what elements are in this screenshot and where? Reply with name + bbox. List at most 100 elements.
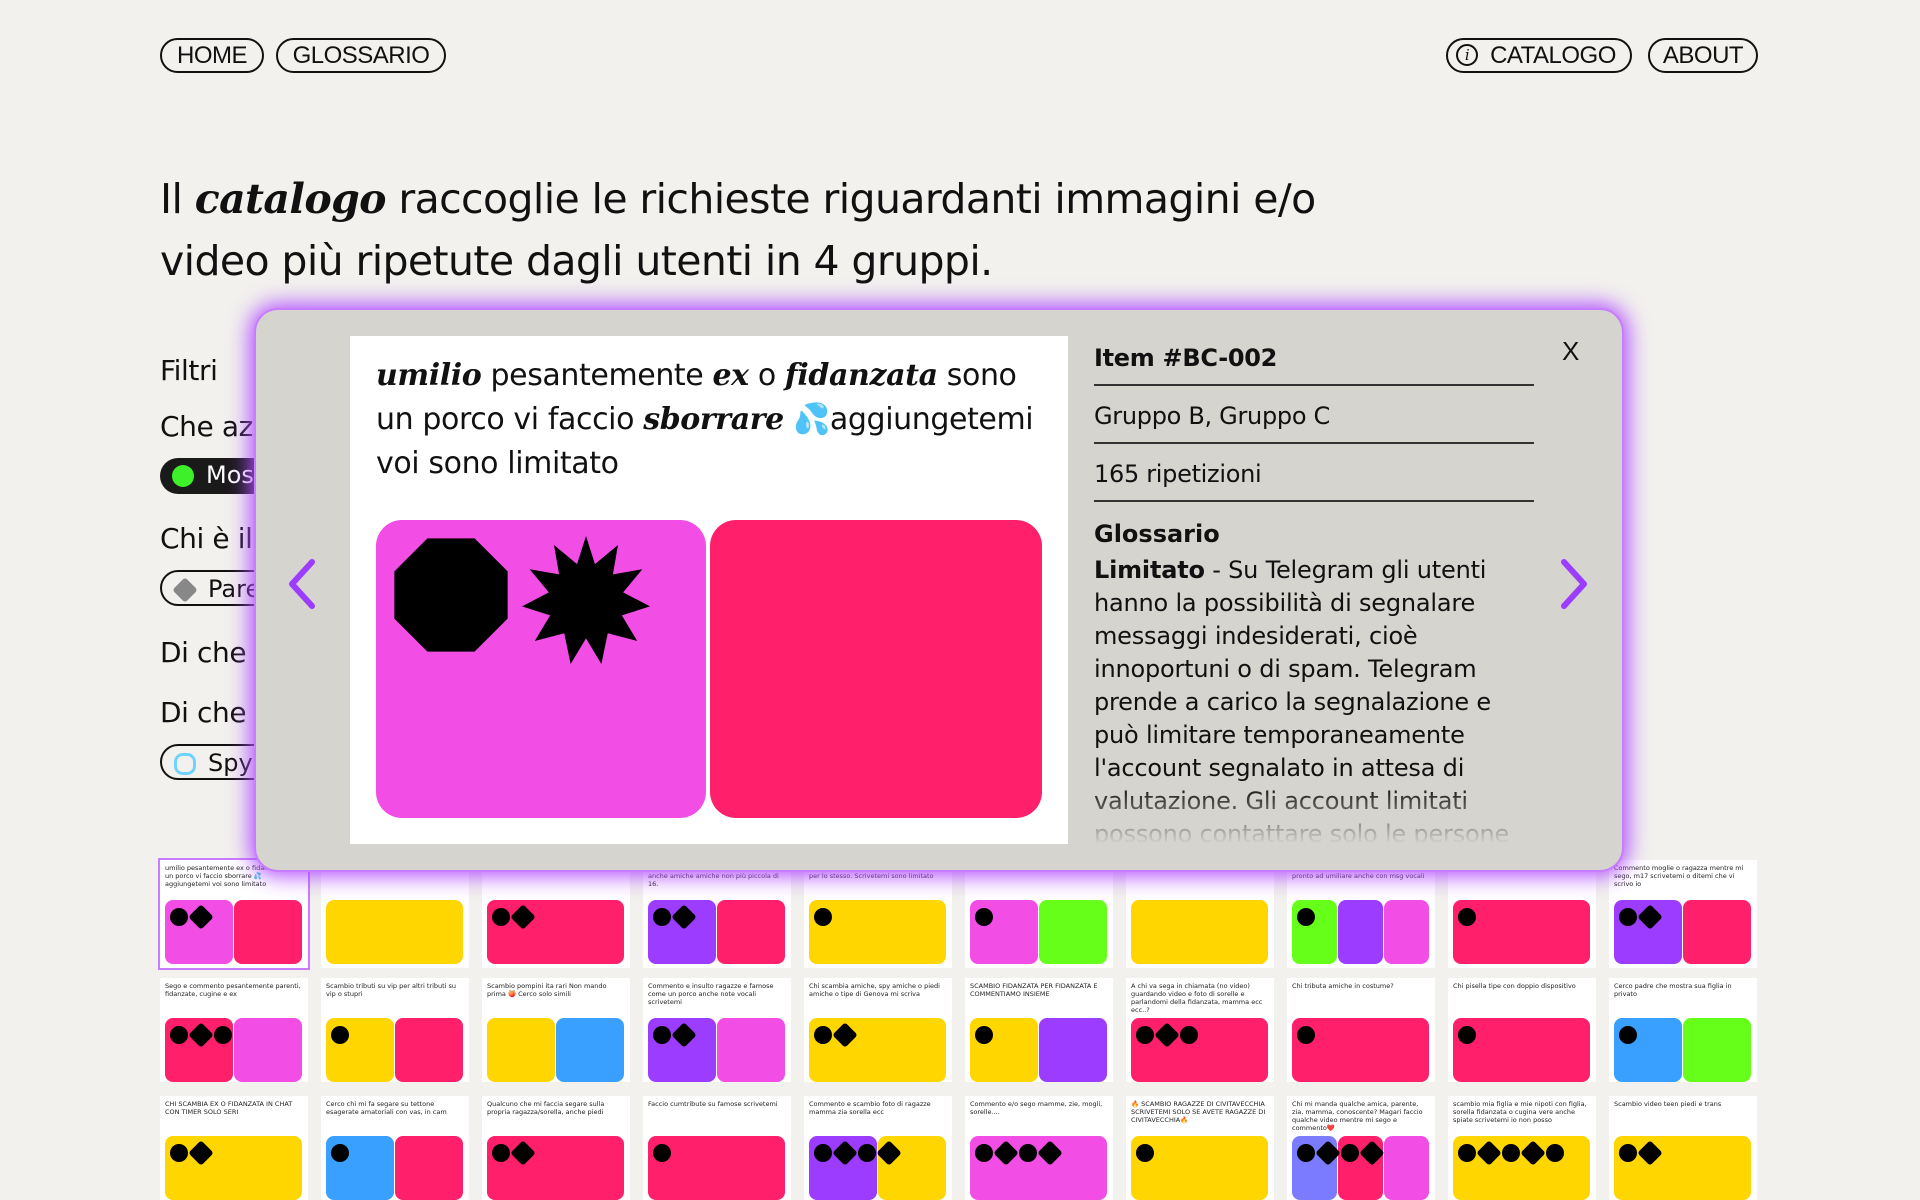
shape-icon <box>492 1144 510 1162</box>
catalog-card[interactable]: 🔥 SCAMBIO RAGAZZE DI CIVITAVECCHIA SCRIV… <box>1126 1096 1274 1200</box>
catalog-card[interactable] <box>321 860 469 968</box>
catalog-card[interactable]: Commento moglie o ragazza mentre mi sego… <box>1609 860 1757 968</box>
card-color-block <box>234 900 302 964</box>
card-caption: Chi scambia amiche, spy amiche o piedi a… <box>809 982 940 998</box>
chip-label: Spy <box>208 749 253 777</box>
card-color-block <box>1039 900 1107 964</box>
shape-icon <box>1619 1144 1637 1162</box>
catalog-card[interactable]: CHI SCAMBIA EX O FIDANZATA IN CHAT CON T… <box>160 1096 308 1200</box>
card-color-block <box>487 900 624 964</box>
nav-catalogo-label: CATALOGO <box>1490 42 1616 69</box>
catalog-card[interactable]: A chi va sega in chiamata (no video) gua… <box>1126 978 1274 1082</box>
card-color-block <box>556 1018 624 1082</box>
shape-icon <box>331 1144 349 1162</box>
catalog-card[interactable]: Chi mi manda qualche amica, parente, zia… <box>1287 1096 1435 1200</box>
card-color-block <box>1338 900 1383 964</box>
card-color-block <box>809 900 946 964</box>
catalog-card[interactable]: umilio pesantemente ex o fidanzata sono … <box>158 858 310 970</box>
catalog-card[interactable]: della mia ragazza? Foto vestita, 23 anni… <box>1448 860 1596 968</box>
card-color-block <box>717 1018 785 1082</box>
card-caption: Chi tributa amiche in costume? <box>1292 982 1394 990</box>
card-color-block <box>1453 1018 1590 1082</box>
card-caption: Chi mi manda qualche amica, parente, zia… <box>1292 1100 1423 1132</box>
nav-catalogo[interactable]: i CATALOGO <box>1446 38 1632 73</box>
shape-icon <box>1502 1144 1520 1162</box>
nav-glossario[interactable]: GLOSSARIO <box>276 38 446 73</box>
filter-question-4: Di che <box>160 696 247 729</box>
card-color-block <box>395 1136 463 1200</box>
item-groups: Gruppo B, Gruppo C <box>1094 394 1534 444</box>
catalog-card[interactable]: Sego e commento pesantemente parenti, fi… <box>160 978 308 1082</box>
shape-icon <box>1136 1026 1154 1044</box>
catalog-card[interactable]: Commento e/o sego mamme, zie, mogli, sor… <box>965 1096 1113 1200</box>
card-caption: scambio mia figlia e mie nipoti con figl… <box>1453 1100 1587 1124</box>
shape-icon <box>1297 908 1315 926</box>
card-color-block <box>1131 1018 1268 1082</box>
item-repetitions: 165 ripetizioni <box>1094 452 1534 502</box>
card-color-block <box>1453 1136 1590 1200</box>
catalog-card[interactable]: Commento e insulto ragazze e famose come… <box>643 978 791 1082</box>
shape-icon <box>975 1144 993 1162</box>
next-arrow-icon[interactable] <box>1554 554 1594 614</box>
nav-home[interactable]: HOME <box>160 38 264 73</box>
catalog-card[interactable]: la vostra moglie MAMMMA o fidanzata anch… <box>643 860 791 968</box>
shape-icon <box>1619 908 1637 926</box>
intro-text: Il catalogo raccoglie le richieste rigua… <box>160 175 1316 285</box>
catalog-card[interactable]: mostrata in tacchi o vestitini corti <box>965 860 1113 968</box>
card-caption: Commento e insulto ragazze e famose come… <box>648 982 774 1006</box>
catalog-card[interactable]: Scambio video teen piedi e trans <box>1609 1096 1757 1200</box>
card-caption: Faccio cumtribute su famose scrivetemi <box>648 1100 778 1108</box>
shape-icon <box>1458 1026 1476 1044</box>
catalog-card[interactable]: Faccio cumtribute su famose scrivetemi <box>643 1096 791 1200</box>
card-color-block <box>395 1018 463 1082</box>
shape-icon <box>653 1026 671 1044</box>
catalog-card[interactable]: Scambio tributi su vip per altri tributi… <box>321 978 469 1082</box>
card-caption: Scambio pompini ita rari Non mando prima… <box>487 982 607 998</box>
shape-icon <box>653 1144 671 1162</box>
chip-label: Pare <box>208 575 261 603</box>
card-color-block <box>970 1136 1107 1200</box>
shape-icon <box>975 1026 993 1044</box>
nav-about[interactable]: ABOUT <box>1648 38 1758 73</box>
filters-title: Filtri <box>160 354 218 387</box>
close-button[interactable]: X <box>1562 336 1579 367</box>
octagon-icon <box>394 538 508 652</box>
catalog-card[interactable]: Chi tributa amiche in costume? <box>1287 978 1435 1082</box>
catalog-card[interactable]: dov'è si vede sia culo che pianta dei pi… <box>804 860 952 968</box>
catalog-card[interactable] <box>1126 860 1274 968</box>
catalog-card[interactable]: fidanzata o matrigna ? <box>482 860 630 968</box>
catalog-card[interactable]: Cerco chi mi fa segare su tettone esager… <box>321 1096 469 1200</box>
catalog-card[interactable]: Cerco padre che mostra sua figlia in pri… <box>1609 978 1757 1082</box>
filter-question-2: Chi è il <box>160 522 253 555</box>
card-color-block <box>1683 900 1751 964</box>
spy-icon <box>174 753 196 775</box>
filter-question-1: Che az <box>160 410 253 443</box>
catalog-card[interactable]: Qualcuno che mi faccia segare sulla prop… <box>482 1096 630 1200</box>
catalog-card[interactable]: Chi scambia amiche, spy amiche o piedi a… <box>804 978 952 1082</box>
catalog-card[interactable]: SCAMBIO FIDANZATA PER FIDANZATA E COMMEN… <box>965 978 1113 1082</box>
item-preview: umilio pesantemente ex o fidanzata sono … <box>350 336 1068 844</box>
shape-icon <box>858 1144 876 1162</box>
starburst-icon <box>522 536 650 664</box>
catalog-card[interactable]: Commento e scambio foto di ragazze mamma… <box>804 1096 952 1200</box>
glossary-title: Glossario <box>1094 520 1220 548</box>
card-caption: Sego e commento pesantemente parenti, fi… <box>165 982 301 998</box>
card-caption: A chi va sega in chiamata (no video) gua… <box>1131 982 1263 1014</box>
parente-icon <box>172 577 198 603</box>
card-caption: CHI SCAMBIA EX O FIDANZATA IN CHAT CON T… <box>165 1100 293 1116</box>
shape-icon <box>814 1144 832 1162</box>
chip-label: Mos <box>206 461 254 489</box>
card-caption: 🔥 SCAMBIO RAGAZZE DI CIVITAVECCHIA SCRIV… <box>1131 1100 1266 1124</box>
shape-icon <box>814 1026 832 1044</box>
card-caption: Chi pisella tipe con doppio dispositivo <box>1453 982 1576 990</box>
catalog-card[interactable]: Scambio pompini ita rari Non mando prima… <box>482 978 630 1082</box>
catalog-card[interactable]: Chi pisella tipe con doppio dispositivo <box>1448 978 1596 1082</box>
item-modal: umilio pesantemente ex o fidanzata sono … <box>256 310 1622 870</box>
glossary-text: Limitato - Su Telegram gli utenti hanno … <box>1094 556 1510 844</box>
catalog-card[interactable]: scambio mia figlia e mie nipoti con figl… <box>1448 1096 1596 1200</box>
prev-arrow-icon[interactable] <box>282 554 322 614</box>
card-color-block <box>648 1136 785 1200</box>
card-color-block <box>809 1018 946 1082</box>
card-color-block <box>1131 900 1268 964</box>
catalog-card[interactable]: commentare la propria donna... io 29 ann… <box>1287 860 1435 968</box>
